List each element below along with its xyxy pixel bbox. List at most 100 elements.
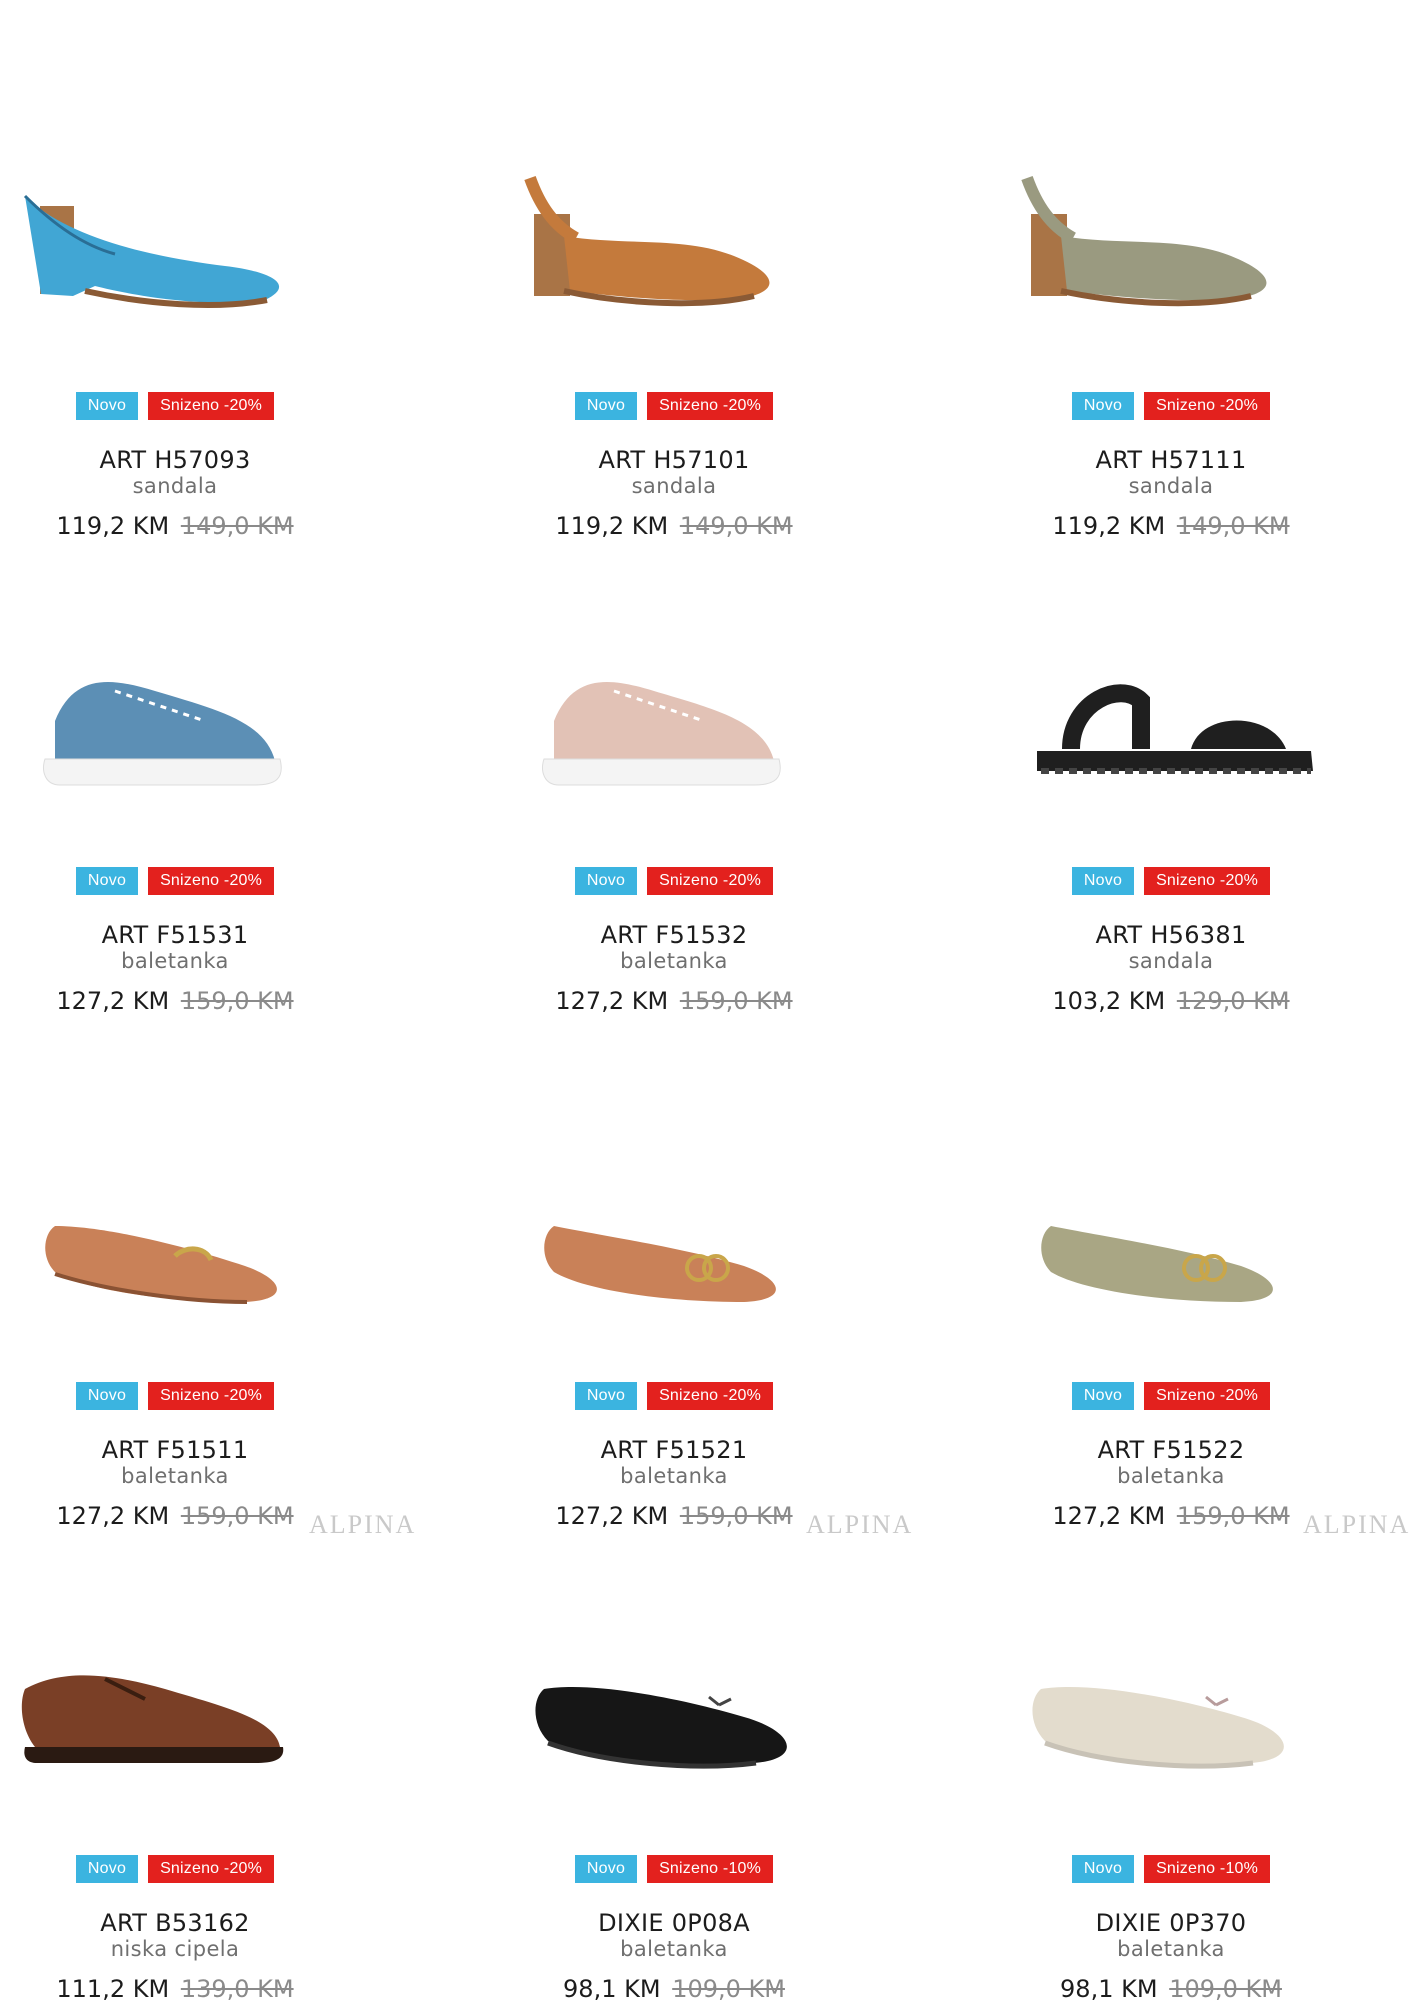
ballet-flat-icon (941, 1076, 1401, 1376)
current-price: 127,2 KM (56, 987, 170, 1015)
product-image[interactable] (0, 1076, 405, 1376)
old-price: 159,0 KM (180, 987, 294, 1015)
badge-group: Novo Snizeno -20% (0, 1382, 405, 1410)
product-type: sandala (1128, 949, 1214, 973)
old-price: 109,0 KM (1169, 1975, 1282, 2003)
badge-group: Novo Snizeno -20% (941, 1382, 1401, 1410)
product-image[interactable] (444, 561, 904, 861)
new-badge: Novo (75, 867, 139, 895)
product-type: niska cipela (110, 1937, 240, 1961)
derby-shoe-icon (0, 1549, 405, 1849)
product-type: baletanka (1117, 1937, 1225, 1961)
alpina-watermark: ALPINA (1303, 1510, 1411, 1539)
sale-badge: Snizeno -20% (647, 867, 774, 895)
sale-badge: Snizeno -20% (148, 1382, 275, 1410)
product-image[interactable] (941, 1549, 1401, 1849)
new-badge: Novo (574, 1855, 638, 1883)
badge-group: Novo Snizeno -20% (444, 392, 904, 420)
price-row: 111,2 KM 139,0 KM (0, 1975, 405, 2003)
old-price: 149,0 KM (679, 512, 793, 540)
product-image[interactable] (0, 561, 405, 861)
new-badge: Novo (1071, 1855, 1135, 1883)
product-type: baletanka (620, 949, 728, 973)
new-badge: Novo (75, 1855, 139, 1883)
product-name[interactable]: ART F51532 (444, 921, 904, 949)
product-type: sandala (631, 474, 717, 498)
badge-group: Novo Snizeno -20% (0, 867, 405, 895)
product-image[interactable] (0, 86, 405, 386)
badge-group: Novo Snizeno -20% (0, 1855, 405, 1883)
product-name[interactable]: ART H57093 (0, 446, 405, 474)
current-price: 127,2 KM (1052, 1502, 1166, 1530)
product-image[interactable] (0, 1549, 405, 1849)
bow-ballet-flat-icon (444, 1549, 904, 1849)
product-grid: Novo Snizeno -20% ART H57093 sandala 119… (0, 0, 1414, 2003)
current-price: 98,1 KM (1060, 1975, 1158, 2003)
ballet-flat-icon (444, 1076, 904, 1376)
badge-group: Novo Snizeno -20% (444, 867, 904, 895)
old-price: 129,0 KM (1176, 987, 1290, 1015)
current-price: 103,2 KM (1052, 987, 1166, 1015)
old-price: 159,0 KM (180, 1502, 294, 1530)
badge-group: Novo Snizeno -20% (941, 867, 1401, 895)
product-image[interactable] (941, 1076, 1401, 1376)
sale-badge: Snizeno -20% (148, 392, 275, 420)
old-price: 139,0 KM (180, 1975, 294, 2003)
new-badge: Novo (1071, 1382, 1135, 1410)
product-type: baletanka (121, 949, 229, 973)
product-type: baletanka (121, 1464, 229, 1488)
product-type: baletanka (620, 1937, 728, 1961)
old-price: 159,0 KM (679, 1502, 793, 1530)
heeled-slingback-sandal-icon (444, 86, 904, 386)
product-name[interactable]: ART B53162 (0, 1909, 405, 1937)
price-row: 103,2 KM 129,0 KM (941, 987, 1401, 1015)
current-price: 119,2 KM (1052, 512, 1166, 540)
product-name[interactable]: ART H57111 (941, 446, 1401, 474)
product-name[interactable]: ART F51522 (941, 1436, 1401, 1464)
alpina-watermark: ALPINA (806, 1510, 914, 1539)
price-row: 98,1 KM 109,0 KM (941, 1975, 1401, 2003)
sale-badge: Snizeno -20% (647, 392, 774, 420)
product-type: baletanka (1117, 1464, 1225, 1488)
badge-group: Novo Snizeno -10% (444, 1855, 904, 1883)
new-badge: Novo (1071, 867, 1135, 895)
new-badge: Novo (574, 392, 638, 420)
product-name[interactable]: DIXIE 0P370 (941, 1909, 1401, 1937)
product-name[interactable]: ART F51531 (0, 921, 405, 949)
sneaker-icon (0, 561, 405, 861)
sale-badge: Snizeno -20% (1144, 867, 1271, 895)
new-badge: Novo (75, 392, 139, 420)
sale-badge: Snizeno -20% (148, 1855, 275, 1883)
bow-ballet-flat-icon (941, 1549, 1401, 1849)
product-name[interactable]: DIXIE 0P08A (444, 1909, 904, 1937)
sneaker-icon (444, 561, 904, 861)
old-price: 149,0 KM (1176, 512, 1290, 540)
badge-group: Novo Snizeno -20% (941, 392, 1401, 420)
price-row: 98,1 KM 109,0 KM (444, 1975, 904, 2003)
heeled-peep-toe-sandal-icon (0, 86, 405, 386)
product-image[interactable] (444, 86, 904, 386)
sale-badge: Snizeno -20% (148, 867, 275, 895)
badge-group: Novo Snizeno -20% (444, 1382, 904, 1410)
sale-badge: Snizeno -10% (647, 1855, 774, 1883)
current-price: 119,2 KM (555, 512, 669, 540)
new-badge: Novo (574, 867, 638, 895)
product-name[interactable]: ART F51511 (0, 1436, 405, 1464)
old-price: 159,0 KM (1176, 1502, 1290, 1530)
product-image[interactable] (941, 561, 1401, 861)
old-price: 109,0 KM (672, 1975, 785, 2003)
product-name[interactable]: ART H57101 (444, 446, 904, 474)
product-image[interactable] (941, 86, 1401, 386)
product-image[interactable] (444, 1549, 904, 1849)
old-price: 159,0 KM (679, 987, 793, 1015)
heeled-slingback-sandal-icon (941, 86, 1401, 386)
product-type: baletanka (620, 1464, 728, 1488)
price-row: 127,2 KM 159,0 KM (444, 987, 904, 1015)
product-image[interactable] (444, 1076, 904, 1376)
current-price: 111,2 KM (56, 1975, 170, 2003)
product-name[interactable]: ART F51521 (444, 1436, 904, 1464)
price-row: 119,2 KM 149,0 KM (941, 512, 1401, 540)
product-name[interactable]: ART H56381 (941, 921, 1401, 949)
old-price: 149,0 KM (180, 512, 294, 540)
sale-badge: Snizeno -20% (1144, 1382, 1271, 1410)
